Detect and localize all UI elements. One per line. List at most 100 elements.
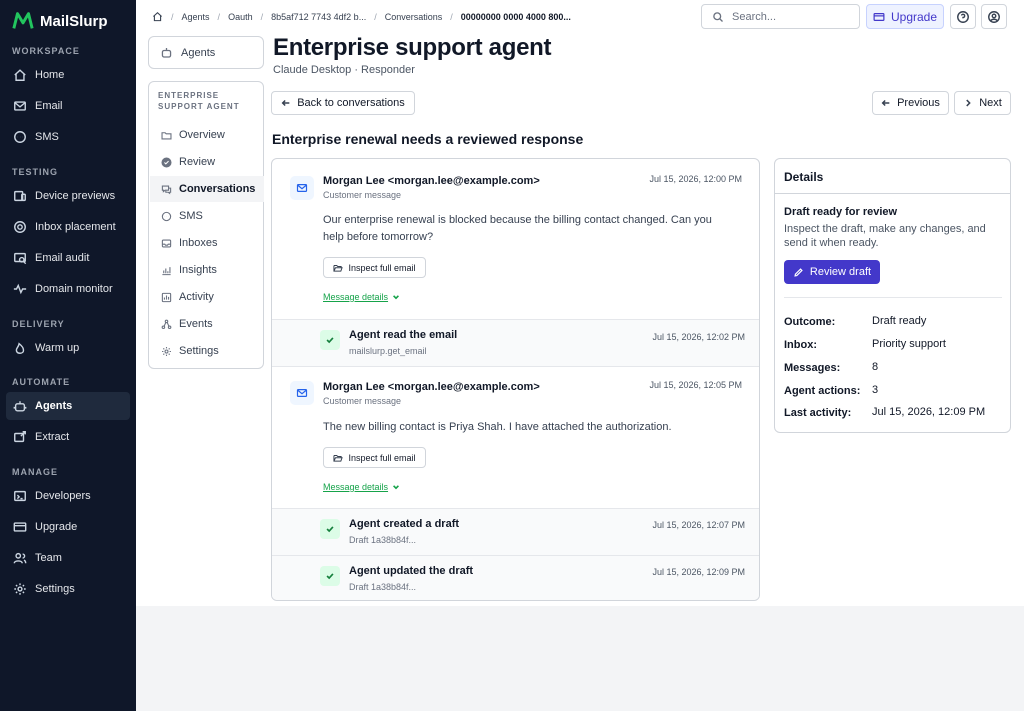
subnav-item-label: Conversations bbox=[179, 183, 256, 195]
card-icon bbox=[873, 12, 885, 21]
subnav-item-overview[interactable]: Overview bbox=[150, 122, 264, 148]
upgrade-button[interactable]: Upgrade bbox=[866, 4, 944, 29]
sidebar-item-device-previews[interactable]: Device previews bbox=[6, 182, 130, 210]
sidebar-item-label: Home bbox=[35, 69, 65, 81]
sidebar-item-sms[interactable]: SMS bbox=[6, 123, 130, 151]
chart-icon bbox=[162, 266, 171, 275]
sidebar-item-label: SMS bbox=[35, 131, 59, 143]
breadcrumb-separator: / bbox=[171, 11, 174, 22]
sidebar-item-label: Warm up bbox=[35, 342, 80, 354]
detail-key-last-activity: Last activity: bbox=[784, 407, 852, 419]
section-label-delivery: DELIVERY bbox=[12, 319, 65, 329]
message-details-toggle[interactable]: Message details bbox=[323, 482, 400, 492]
breadcrumb: / Agents / Oauth / 8b5af712 7743 4df2 b.… bbox=[152, 11, 571, 22]
breadcrumb-separator: / bbox=[217, 11, 221, 22]
sidebar-item-label: Upgrade bbox=[35, 521, 78, 533]
logo[interactable]: MailSlurp bbox=[12, 10, 108, 32]
sidebar-item-email[interactable]: Email bbox=[6, 92, 130, 120]
sidebar-item-team[interactable]: Team bbox=[6, 544, 130, 572]
subnav-item-label: Events bbox=[179, 318, 213, 330]
breadcrumb-agent-id[interactable]: 8b5af712 7743 4df2 b... bbox=[271, 12, 366, 22]
help-button[interactable] bbox=[950, 4, 976, 29]
event-row: Agent read the email mailslurp.get_email… bbox=[272, 319, 759, 366]
details-panel: Details Draft ready for review Inspect t… bbox=[774, 158, 1011, 433]
sidebar-item-home[interactable]: Home bbox=[6, 61, 130, 89]
sidebar-item-label: Inbox placement bbox=[35, 221, 116, 233]
breadcrumb-agents[interactable]: Agents bbox=[182, 12, 210, 22]
mail-icon bbox=[296, 389, 308, 397]
inspect-label: Inspect full email bbox=[348, 262, 416, 273]
previous-button[interactable]: Previous bbox=[872, 91, 949, 115]
breadcrumb-oauth[interactable]: Oauth bbox=[228, 12, 253, 22]
subnav-item-inboxes[interactable]: Inboxes bbox=[150, 230, 264, 256]
account-button[interactable] bbox=[981, 4, 1007, 29]
search-icon bbox=[713, 11, 723, 22]
sidebar-item-agents[interactable]: Agents bbox=[6, 392, 130, 420]
mail-icon bbox=[296, 184, 308, 192]
search-input[interactable]: Search... bbox=[701, 4, 860, 29]
message-card: Morgan Lee <morgan.lee@example.com> Cust… bbox=[272, 366, 759, 509]
event-title: Agent created a draft bbox=[349, 518, 460, 530]
check-circle-icon bbox=[161, 156, 172, 168]
sidebar-item-extract[interactable]: Extract bbox=[6, 423, 130, 451]
sidebar-item-settings[interactable]: Settings bbox=[6, 575, 130, 603]
check-icon bbox=[320, 519, 340, 539]
subnav-item-activity[interactable]: Activity bbox=[150, 284, 264, 310]
next-button[interactable]: Next bbox=[954, 91, 1011, 115]
inspect-full-email-button[interactable]: Inspect full email bbox=[323, 257, 426, 278]
details-heading: Details bbox=[775, 159, 1010, 194]
message-role: Customer message bbox=[323, 396, 402, 406]
previous-label: Previous bbox=[897, 97, 940, 109]
gear-icon bbox=[14, 583, 26, 595]
conversation-thread: Morgan Lee <morgan.lee@example.com> Cust… bbox=[271, 158, 760, 601]
sidebar-item-developers[interactable]: Developers bbox=[6, 482, 130, 510]
arrow-left-icon bbox=[281, 99, 290, 107]
home-icon[interactable] bbox=[152, 11, 163, 22]
section-label-manage: MANAGE bbox=[12, 467, 58, 477]
subnav-item-insights[interactable]: Insights bbox=[150, 257, 264, 283]
subnav-item-review[interactable]: Review bbox=[150, 149, 264, 175]
events-icon bbox=[161, 319, 172, 329]
help-icon bbox=[957, 10, 969, 23]
message-sender: Morgan Lee <morgan.lee@example.com> bbox=[323, 175, 540, 187]
sidebar-item-warm-up[interactable]: Warm up bbox=[6, 334, 130, 362]
subnav-item-conversations[interactable]: Conversations bbox=[150, 176, 264, 202]
device-icon bbox=[14, 190, 26, 202]
sidebar-item-label: Agents bbox=[35, 400, 73, 412]
folder-open-icon bbox=[333, 454, 344, 462]
sidebar-item-email-audit[interactable]: Email audit bbox=[6, 244, 130, 272]
team-icon bbox=[13, 552, 27, 564]
card-icon bbox=[13, 522, 27, 532]
next-label: Next bbox=[979, 97, 1002, 109]
chevron-down-icon bbox=[393, 485, 400, 490]
sidebar-item-label: Email bbox=[35, 100, 63, 112]
subnav-item-sms[interactable]: SMS bbox=[150, 203, 264, 229]
subnav-item-events[interactable]: Events bbox=[150, 311, 264, 337]
review-draft-button[interactable]: Review draft bbox=[784, 260, 880, 284]
breadcrumb-conversations[interactable]: Conversations bbox=[385, 12, 443, 22]
sidebar-item-domain-monitor[interactable]: Domain monitor bbox=[6, 275, 130, 303]
inbox-icon bbox=[161, 239, 172, 247]
subnav-item-label: Activity bbox=[179, 291, 214, 303]
divider bbox=[784, 297, 1002, 298]
folder-icon bbox=[161, 131, 172, 139]
message-details-toggle[interactable]: Message details bbox=[323, 292, 400, 302]
detail-value-messages: 8 bbox=[872, 361, 879, 373]
subnav-item-settings[interactable]: Settings bbox=[150, 338, 264, 364]
back-to-conversations-button[interactable]: Back to conversations bbox=[271, 91, 415, 115]
gear-icon bbox=[162, 346, 171, 356]
sidebar-item-label: Team bbox=[35, 552, 62, 564]
inspect-full-email-button[interactable]: Inspect full email bbox=[323, 447, 426, 468]
breadcrumb-separator: / bbox=[374, 11, 377, 22]
sidebar-item-inbox-placement[interactable]: Inbox placement bbox=[6, 213, 130, 241]
page-subtitle: Claude Desktop · Responder bbox=[273, 64, 415, 76]
agents-back-button[interactable]: Agents bbox=[148, 36, 264, 69]
agent-subnav: ENTERPRISE SUPPORT AGENT Overview Review… bbox=[148, 81, 264, 369]
subnav-item-label: Settings bbox=[179, 345, 219, 357]
sidebar-item-upgrade[interactable]: Upgrade bbox=[6, 513, 130, 541]
robot-icon bbox=[13, 401, 27, 412]
message-timestamp: Jul 15, 2026, 12:05 PM bbox=[649, 380, 742, 390]
detail-key-inbox: Inbox: bbox=[784, 339, 817, 351]
detail-key-outcome: Outcome: bbox=[784, 316, 836, 328]
event-row: Agent updated the draft Draft 1a38b84f..… bbox=[272, 555, 759, 600]
